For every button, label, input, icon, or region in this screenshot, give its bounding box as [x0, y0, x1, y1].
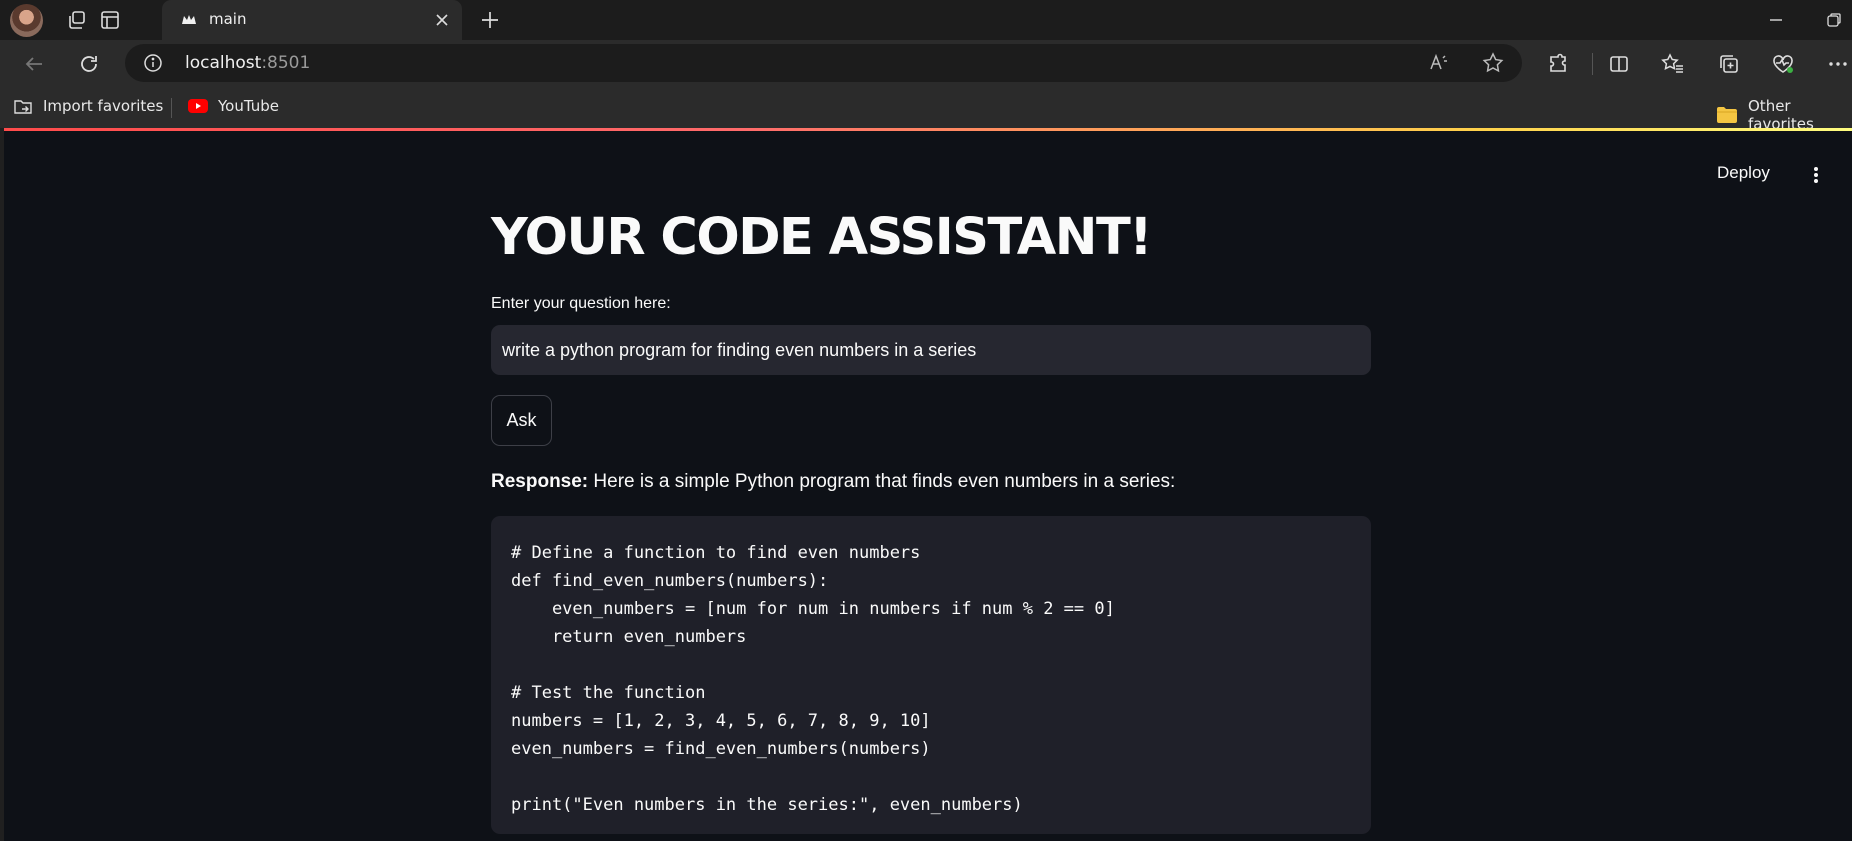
- tab-actions-icon[interactable]: [97, 7, 123, 33]
- url-host: localhost: [185, 53, 262, 73]
- back-icon[interactable]: [20, 50, 48, 78]
- tab-main[interactable]: main: [162, 0, 462, 40]
- app-viewport: Deploy YOUR CODE ASSISTANT! Enter your q…: [4, 131, 1852, 841]
- tab-title: main: [209, 10, 247, 28]
- workspaces-icon[interactable]: [64, 7, 90, 33]
- address-bar[interactable]: localhost:8501: [125, 44, 1522, 82]
- code-content: # Define a function to find even numbers…: [511, 543, 1115, 815]
- deploy-button[interactable]: Deploy: [1717, 163, 1770, 183]
- bookmark-separator: [171, 98, 172, 118]
- favorites-bar: Import favorites YouTube Other favorites: [0, 87, 1852, 133]
- profile-avatar[interactable]: [10, 4, 43, 37]
- folder-icon: [1716, 106, 1738, 124]
- youtube-icon: [188, 99, 208, 113]
- extensions-icon[interactable]: [1544, 50, 1572, 78]
- main-menu-icon[interactable]: [1807, 165, 1825, 185]
- add-favorite-icon[interactable]: [1482, 52, 1504, 74]
- minimize-icon[interactable]: [1764, 8, 1788, 32]
- response-text: Response: Here is a simple Python progra…: [491, 471, 1175, 493]
- tab-strip: main: [0, 0, 1852, 40]
- question-label: Enter your question here:: [491, 295, 671, 312]
- url-port: :8501: [261, 53, 311, 73]
- collections-icon[interactable]: [1715, 50, 1743, 78]
- streamlit-crown-icon: [180, 11, 198, 29]
- browser-toolbar: localhost:8501: [0, 40, 1852, 87]
- restore-window-icon[interactable]: [1822, 8, 1846, 32]
- read-aloud-icon[interactable]: [1428, 52, 1450, 74]
- settings-and-more-icon[interactable]: [1824, 50, 1852, 78]
- bookmark-label: Import favorites: [43, 97, 164, 115]
- import-favorites-icon: [13, 97, 33, 115]
- browser-essentials-icon[interactable]: [1769, 50, 1797, 78]
- bookmark-label: YouTube: [218, 97, 279, 115]
- new-tab-icon[interactable]: [478, 8, 502, 32]
- split-screen-icon[interactable]: [1605, 50, 1633, 78]
- url-text[interactable]: localhost:8501: [185, 53, 310, 73]
- response-body: Here is a simple Python program that fin…: [588, 471, 1176, 492]
- code-block: # Define a function to find even numbers…: [491, 516, 1371, 834]
- favorites-icon[interactable]: [1659, 50, 1687, 78]
- page-title: YOUR CODE ASSISTANT!: [491, 208, 1153, 267]
- ask-button[interactable]: Ask: [491, 395, 552, 446]
- refresh-icon[interactable]: [75, 50, 103, 78]
- close-tab-icon[interactable]: [433, 11, 451, 29]
- response-prefix: Response:: [491, 471, 589, 492]
- question-input[interactable]: [491, 325, 1371, 375]
- bookmark-youtube[interactable]: YouTube: [188, 97, 279, 115]
- bookmark-import-favorites[interactable]: Import favorites: [13, 97, 163, 115]
- site-info-icon[interactable]: [143, 53, 163, 73]
- toolbar-separator: [1592, 53, 1593, 75]
